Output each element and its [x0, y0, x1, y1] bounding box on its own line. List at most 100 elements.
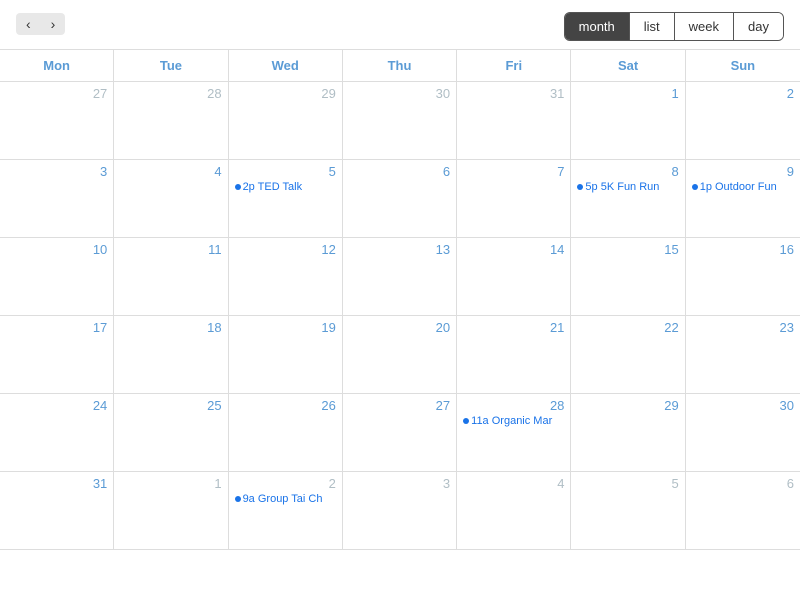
day-number: 11	[120, 242, 221, 257]
calendar-cell[interactable]: 14	[457, 238, 571, 316]
calendar-cell[interactable]: 85p 5K Fun Run	[571, 160, 685, 238]
calendar-cell[interactable]: 12	[229, 238, 343, 316]
calendar-event[interactable]: 5p 5K Fun Run	[577, 181, 678, 193]
day-number: 27	[6, 86, 107, 101]
day-number: 26	[235, 398, 336, 413]
calendar-cell[interactable]: 3	[0, 160, 114, 238]
view-btn-list[interactable]: list	[630, 13, 675, 40]
day-number: 4	[120, 164, 221, 179]
day-number: 5	[577, 476, 678, 491]
day-number: 31	[463, 86, 564, 101]
day-number: 1	[120, 476, 221, 491]
day-number: 16	[692, 242, 794, 257]
calendar-cell[interactable]: 28 11a Organic Mar	[457, 394, 571, 472]
day-header-mon: Mon	[0, 50, 114, 81]
calendar-cell[interactable]: 31	[0, 472, 114, 550]
calendar-cell[interactable]: 15	[571, 238, 685, 316]
day-number: 10	[6, 242, 107, 257]
view-btn-month[interactable]: month	[565, 13, 630, 40]
calendar-header: ‹ › monthlistweekday	[0, 0, 800, 49]
calendar-cell[interactable]: 20	[343, 316, 457, 394]
calendar-cell[interactable]: 31	[457, 82, 571, 160]
day-number: 13	[349, 242, 450, 257]
calendar-cell[interactable]: 24	[0, 394, 114, 472]
calendar-event[interactable]: 1p Outdoor Fun	[692, 181, 794, 193]
next-button[interactable]: ›	[41, 13, 66, 35]
calendar-cell[interactable]: 25	[114, 394, 228, 472]
calendar-cell[interactable]: 28	[114, 82, 228, 160]
calendar-cell[interactable]: 13	[343, 238, 457, 316]
prev-button[interactable]: ‹	[16, 13, 41, 35]
day-number: 24	[6, 398, 107, 413]
day-number: 21	[463, 320, 564, 335]
calendar-cell[interactable]: 6	[686, 472, 800, 550]
day-number: 28	[463, 398, 564, 413]
day-number: 19	[235, 320, 336, 335]
calendar-event[interactable]: 2p TED Talk	[235, 181, 336, 193]
calendar-cell[interactable]: 17	[0, 316, 114, 394]
day-number: 2	[692, 86, 794, 101]
calendar-cell[interactable]: 22	[571, 316, 685, 394]
calendar-cell[interactable]: 19	[229, 316, 343, 394]
calendar-cell[interactable]: 5	[571, 472, 685, 550]
calendar-cell[interactable]: 7	[457, 160, 571, 238]
day-number: 27	[349, 398, 450, 413]
calendar-cell[interactable]: 30	[686, 394, 800, 472]
day-number: 3	[349, 476, 450, 491]
day-number: 3	[6, 164, 107, 179]
calendar-cell[interactable]: 21	[457, 316, 571, 394]
day-number: 30	[692, 398, 794, 413]
calendar-header-row: MonTueWedThuFriSatSun	[0, 50, 800, 82]
day-header-thu: Thu	[343, 50, 457, 81]
calendar-cell[interactable]: 5 2p TED Talk	[229, 160, 343, 238]
calendar-cell[interactable]: 4	[457, 472, 571, 550]
calendar-cell[interactable]: 18	[114, 316, 228, 394]
header-left: ‹ ›	[16, 13, 65, 41]
calendar-cell[interactable]: 27	[343, 394, 457, 472]
event-dot-icon	[692, 184, 698, 190]
day-number: 7	[463, 164, 564, 179]
day-number: 25	[120, 398, 221, 413]
day-number: 12	[235, 242, 336, 257]
calendar-cell[interactable]: 2	[686, 82, 800, 160]
calendar-cell[interactable]: 6	[343, 160, 457, 238]
day-number: 22	[577, 320, 678, 335]
calendar-cell[interactable]: 1	[571, 82, 685, 160]
event-dot-icon	[463, 418, 469, 424]
day-number: 28	[120, 86, 221, 101]
calendar-cell[interactable]: 1	[114, 472, 228, 550]
day-number: 6	[692, 476, 794, 491]
calendar-cell[interactable]: 23	[686, 316, 800, 394]
event-dot-icon	[235, 496, 241, 502]
calendar-cell[interactable]: 26	[229, 394, 343, 472]
event-dot-icon	[235, 184, 241, 190]
calendar-cell[interactable]: 29	[229, 82, 343, 160]
day-header-wed: Wed	[229, 50, 343, 81]
calendar-cell[interactable]: 11	[114, 238, 228, 316]
calendar-cell[interactable]: 10	[0, 238, 114, 316]
day-number: 18	[120, 320, 221, 335]
nav-buttons: ‹ ›	[16, 13, 65, 35]
day-header-tue: Tue	[114, 50, 228, 81]
calendar-cell[interactable]: 2 9a Group Tai Ch	[229, 472, 343, 550]
calendar-cell[interactable]: 27	[0, 82, 114, 160]
calendar-cell[interactable]: 3	[343, 472, 457, 550]
calendar-cell[interactable]: 30	[343, 82, 457, 160]
day-number: 2	[235, 476, 336, 491]
day-number: 5	[235, 164, 336, 179]
calendar-cell[interactable]: 16	[686, 238, 800, 316]
day-number: 6	[349, 164, 450, 179]
day-number: 4	[463, 476, 564, 491]
day-number: 9	[692, 164, 794, 179]
calendar-cell[interactable]: 9 1p Outdoor Fun	[686, 160, 800, 238]
event-dot-icon	[577, 184, 583, 190]
day-number: 29	[235, 86, 336, 101]
view-btn-week[interactable]: week	[675, 13, 734, 40]
calendar-event[interactable]: 9a Group Tai Ch	[235, 493, 336, 505]
view-btn-day[interactable]: day	[734, 13, 783, 40]
calendar-body: 2728293031123452p TED Talk6785p 5K Fun R…	[0, 82, 800, 550]
calendar-cell[interactable]: 29	[571, 394, 685, 472]
calendar-cell[interactable]: 4	[114, 160, 228, 238]
calendar-event[interactable]: 11a Organic Mar	[463, 415, 564, 427]
event-label: 11a Organic Mar	[471, 415, 552, 427]
